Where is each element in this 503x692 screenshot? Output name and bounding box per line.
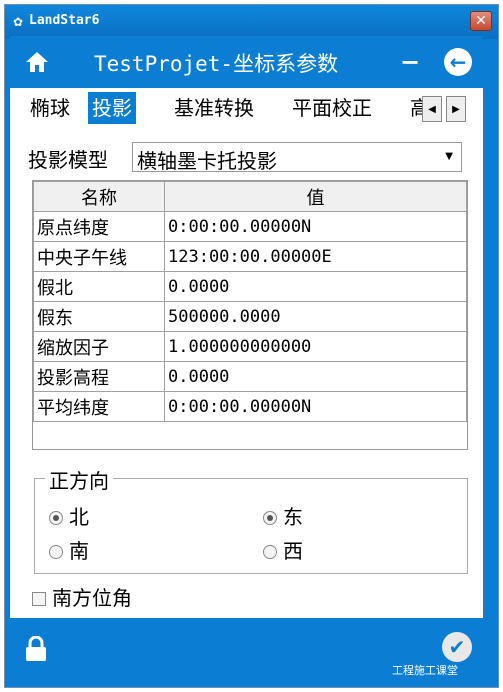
table-row[interactable]: 原点纬度 0:00:00.00000N bbox=[33, 211, 467, 242]
page-title: TestProjet-坐标系参数 bbox=[94, 52, 339, 76]
radio-east-label: 东 bbox=[283, 505, 303, 529]
app-header: TestProjet-坐标系参数 − ← bbox=[10, 36, 483, 88]
radio-selected-icon bbox=[49, 511, 63, 525]
watermark-text: 工程施工课堂 bbox=[392, 664, 458, 677]
confirm-check-icon[interactable]: ✔ bbox=[442, 632, 472, 662]
param-value[interactable]: 123:00:00.00000E bbox=[164, 241, 467, 272]
param-value[interactable]: 1.000000000000 bbox=[164, 331, 467, 362]
radio-selected-icon bbox=[263, 511, 277, 525]
radio-unselected-icon bbox=[49, 545, 63, 559]
param-value[interactable]: 0:00:00.00000N bbox=[164, 211, 467, 242]
projection-model-label: 投影模型 bbox=[28, 148, 108, 172]
south-azimuth-checkbox[interactable]: 南方位角 bbox=[32, 582, 132, 611]
lock-icon[interactable] bbox=[24, 635, 48, 666]
param-name: 假东 bbox=[33, 301, 165, 332]
param-name: 原点纬度 bbox=[33, 211, 165, 242]
minimize-button[interactable]: − bbox=[400, 48, 420, 76]
radio-south-label: 南 bbox=[69, 539, 89, 563]
radio-south[interactable]: 南 bbox=[49, 535, 89, 564]
tab-scroll-left-icon[interactable]: ◀ bbox=[422, 96, 442, 122]
param-value[interactable]: 0:00:00.00000N bbox=[164, 391, 467, 422]
param-value[interactable]: 500000.0000 bbox=[164, 301, 467, 332]
direction-legend: 正方向 bbox=[45, 465, 113, 494]
radio-west-label: 西 bbox=[283, 539, 303, 563]
table-row[interactable]: 缩放因子 1.000000000000 bbox=[33, 331, 467, 362]
tab-bar: 椭球 投影 基准转换 平面校正 高 ◀ ▶ bbox=[10, 88, 483, 128]
back-button[interactable]: ← bbox=[444, 48, 472, 76]
parameter-table[interactable]: 名称 值 原点纬度 0:00:00.00000N 中央子午线 123:00:00… bbox=[32, 180, 468, 450]
close-button[interactable]: ✕ bbox=[470, 11, 492, 31]
radio-east[interactable]: 东 bbox=[263, 501, 303, 530]
radio-west[interactable]: 西 bbox=[263, 535, 303, 564]
table-row[interactable]: 平均纬度 0:00:00.00000N bbox=[33, 391, 467, 422]
tab-plane-correction[interactable]: 平面校正 bbox=[288, 92, 376, 124]
tab-datum-transform[interactable]: 基准转换 bbox=[170, 92, 258, 124]
param-name: 假北 bbox=[33, 271, 165, 302]
tab-projection[interactable]: 投影 bbox=[88, 92, 136, 124]
param-name: 缩放因子 bbox=[33, 331, 165, 362]
column-header-value: 值 bbox=[164, 181, 467, 212]
dropdown-arrow-icon: ▼ bbox=[445, 151, 453, 162]
projection-model-select[interactable]: 横轴墨卡托投影 ▼ bbox=[132, 142, 462, 173]
main-content: 椭球 投影 基准转换 平面校正 高 ◀ ▶ 投影模型 横轴墨卡托投影 ▼ 名称 … bbox=[10, 88, 483, 618]
projection-model-value: 横轴墨卡托投影 bbox=[137, 149, 277, 173]
radio-north[interactable]: 北 bbox=[49, 501, 89, 530]
tab-ellipsoid[interactable]: 椭球 bbox=[26, 92, 74, 124]
home-icon[interactable] bbox=[24, 50, 50, 78]
radio-unselected-icon bbox=[263, 545, 277, 559]
table-row[interactable]: 假北 0.0000 bbox=[33, 271, 467, 302]
checkbox-icon bbox=[32, 592, 46, 606]
param-name: 投影高程 bbox=[33, 361, 165, 392]
table-row[interactable]: 假东 500000.0000 bbox=[33, 301, 467, 332]
tab-scroll-right-icon[interactable]: ▶ bbox=[446, 96, 466, 122]
param-value[interactable]: 0.0000 bbox=[164, 361, 467, 392]
param-value[interactable]: 0.0000 bbox=[164, 271, 467, 302]
column-header-name: 名称 bbox=[33, 181, 165, 212]
title-bar[interactable]: ✿ LandStar6 ✕ bbox=[5, 5, 498, 39]
param-name: 平均纬度 bbox=[33, 391, 165, 422]
table-row[interactable]: 投影高程 0.0000 bbox=[33, 361, 467, 392]
south-azimuth-label: 南方位角 bbox=[52, 586, 132, 610]
app-icon: ✿ bbox=[13, 15, 24, 29]
direction-group: 正方向 北 东 南 西 bbox=[34, 465, 468, 574]
table-row[interactable]: 中央子午线 123:00:00.00000E bbox=[33, 241, 467, 272]
window-title: LandStar6 bbox=[29, 13, 100, 28]
param-name: 中央子午线 bbox=[33, 241, 165, 272]
radio-north-label: 北 bbox=[69, 505, 89, 529]
